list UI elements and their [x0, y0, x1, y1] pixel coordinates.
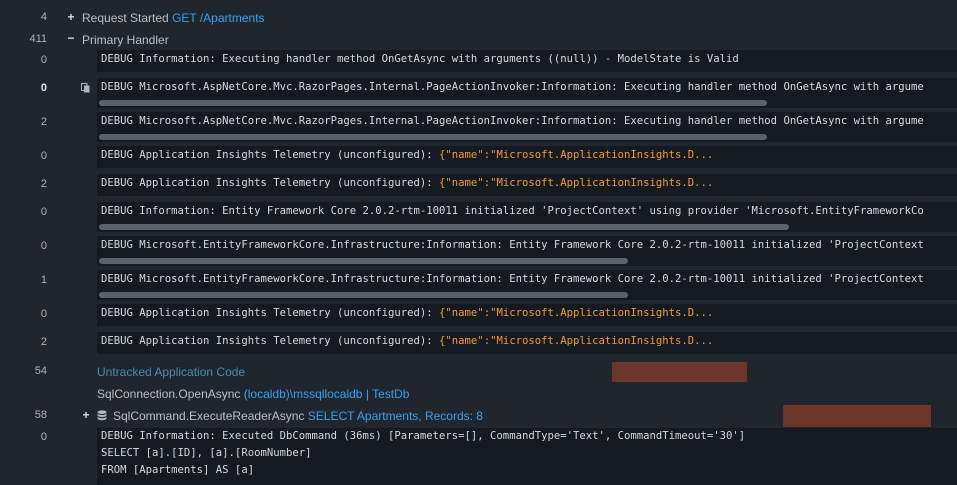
request-started-row[interactable]: 4 + Request Started GET /Apartments [0, 9, 957, 27]
log-entry[interactable]: DEBUG Information: Executing handler met… [97, 50, 957, 72]
log-entry[interactable]: DEBUG Information: Executed DbCommand (3… [97, 428, 957, 485]
log-entry[interactable]: DEBUG Application Insights Telemetry (un… [97, 174, 957, 196]
row-count: 0 [40, 206, 47, 218]
primary-handler-label: Primary Handler [82, 33, 169, 47]
expand-plus-icon[interactable]: + [66, 10, 76, 24]
log-line: DEBUG Microsoft.EntityFrameworkCore.Infr… [101, 273, 924, 285]
database-icon [97, 410, 107, 421]
row-count: 2 [40, 178, 47, 190]
log-json-value[interactable]: {"name":"Microsoft.ApplicationInsights.D… [439, 335, 713, 347]
log-message: DEBUG Microsoft.EntityFrameworkCore.Infr… [101, 273, 924, 285]
log-message: DEBUG Microsoft.AspNetCore.Mvc.RazorPage… [101, 115, 924, 127]
horizontal-scrollbar[interactable] [99, 292, 628, 298]
log-message: DEBUG Information: Executing handler met… [101, 53, 739, 65]
row-count: 0 [40, 82, 47, 94]
row-count: 1 [40, 274, 47, 286]
log-line: DEBUG Information: Executed DbCommand (3… [101, 430, 746, 442]
horizontal-scrollbar[interactable] [99, 100, 767, 106]
sql-separator: | [365, 387, 369, 401]
horizontal-scrollbar[interactable] [99, 134, 767, 140]
sql-server-link[interactable]: (localdb)\mssqllocaldb [244, 387, 363, 401]
redacted-block [612, 362, 747, 382]
horizontal-scrollbar[interactable] [99, 258, 628, 264]
log-message: DEBUG Application Insights Telemetry (un… [101, 307, 440, 319]
row-count: 0 [40, 431, 47, 443]
sql-command-label: SqlCommand.ExecuteReaderAsync [113, 409, 305, 423]
row-count: 0 [40, 308, 47, 320]
log-row: 2 DEBUG Application Insights Telemetry (u… [0, 174, 957, 196]
sql-database-link[interactable]: TestDb [372, 387, 409, 401]
log-row: 1 DEBUG Microsoft.EntityFrameworkCore.Inf… [0, 270, 957, 300]
row-count: 4 [40, 11, 47, 23]
row-count: 0 [40, 240, 47, 252]
log-row: 2 DEBUG Application Insights Telemetry (u… [0, 332, 957, 354]
log-row: 0 DEBUG Application Insights Telemetry (u… [0, 304, 957, 326]
log-line: DEBUG Application Insights Telemetry (un… [101, 335, 713, 347]
log-line: DEBUG Microsoft.AspNetCore.Mvc.RazorPage… [101, 81, 924, 93]
log-json-value[interactable]: {"name":"Microsoft.ApplicationInsights.D… [439, 307, 713, 319]
log-entry[interactable]: DEBUG Microsoft.AspNetCore.Mvc.RazorPage… [97, 78, 957, 108]
sql-connection-row[interactable]: SqlConnection.OpenAsync (localdb)\mssqll… [0, 385, 957, 403]
log-line: DEBUG Application Insights Telemetry (un… [101, 177, 713, 189]
log-line: FROM [Apartments] AS [a] [101, 464, 255, 476]
executed-dbcommand-row: 0 DEBUG Information: Executed DbCommand … [0, 428, 957, 485]
log-row: 0 DEBUG Application Insights Telemetry (u… [0, 146, 957, 168]
log-json-value[interactable]: {"name":"Microsoft.ApplicationInsights.D… [439, 149, 713, 161]
request-started-label: Request Started [82, 11, 169, 25]
log-message: DEBUG Application Insights Telemetry (un… [101, 177, 440, 189]
horizontal-scrollbar[interactable] [99, 224, 789, 230]
row-count: 0 [40, 54, 47, 66]
log-message: DEBUG Microsoft.EntityFrameworkCore.Infr… [101, 239, 924, 251]
row-count: 0 [40, 150, 47, 162]
redacted-block [783, 405, 931, 427]
log-line: DEBUG Information: Entity Framework Core… [101, 205, 924, 217]
row-count: 58 [34, 409, 47, 421]
untracked-row[interactable]: 54 Untracked Application Code [0, 363, 957, 381]
log-line: DEBUG Microsoft.AspNetCore.Mvc.RazorPage… [101, 115, 924, 127]
log-entry[interactable]: DEBUG Microsoft.EntityFrameworkCore.Infr… [97, 236, 957, 266]
log-entry[interactable]: DEBUG Application Insights Telemetry (un… [97, 332, 957, 354]
log-message: DEBUG Microsoft.AspNetCore.Mvc.RazorPage… [101, 81, 924, 93]
row-count: 2 [40, 116, 47, 128]
collapse-minus-icon[interactable]: − [66, 31, 76, 45]
log-line: DEBUG Application Insights Telemetry (un… [101, 307, 713, 319]
log-row: 0 DEBUG Microsoft.AspNetCore.Mvc.RazorPag… [0, 78, 957, 108]
log-entry[interactable]: DEBUG Application Insights Telemetry (un… [97, 146, 957, 168]
copy-icon[interactable] [81, 83, 90, 93]
log-json-value[interactable]: {"name":"Microsoft.ApplicationInsights.D… [439, 177, 713, 189]
row-count: 54 [34, 365, 47, 377]
request-route-link[interactable]: GET /Apartments [172, 11, 264, 25]
sql-connection-label: SqlConnection.OpenAsync [97, 387, 241, 401]
log-row: 0 DEBUG Information: Executing handler me… [0, 50, 957, 72]
log-line: SELECT [a].[ID], [a].[RoomNumber] [101, 447, 312, 459]
row-count: 411 [29, 33, 47, 45]
log-message: DEBUG Application Insights Telemetry (un… [101, 335, 440, 347]
untracked-label[interactable]: Untracked Application Code [97, 365, 245, 379]
expand-plus-icon[interactable]: + [81, 408, 91, 422]
log-line: DEBUG Microsoft.EntityFrameworkCore.Infr… [101, 239, 924, 251]
log-row: 2 DEBUG Microsoft.AspNetCore.Mvc.RazorPag… [0, 112, 957, 142]
log-row: 0 DEBUG Microsoft.EntityFrameworkCore.Inf… [0, 236, 957, 266]
log-entry[interactable]: DEBUG Application Insights Telemetry (un… [97, 304, 957, 326]
sql-query-link[interactable]: SELECT Apartments, Records: 8 [308, 409, 483, 423]
row-count: 2 [40, 336, 47, 348]
log-entry[interactable]: DEBUG Information: Entity Framework Core… [97, 202, 957, 232]
primary-handler-row[interactable]: 411 − Primary Handler [0, 31, 957, 49]
log-row: 0 DEBUG Information: Entity Framework Cor… [0, 202, 957, 232]
log-line: DEBUG Application Insights Telemetry (un… [101, 149, 713, 161]
log-line: DEBUG Information: Executing handler met… [101, 53, 739, 65]
log-message: DEBUG Application Insights Telemetry (un… [101, 149, 440, 161]
log-message: DEBUG Information: Entity Framework Core… [101, 205, 924, 217]
log-entry[interactable]: DEBUG Microsoft.EntityFrameworkCore.Infr… [97, 270, 957, 300]
log-entry[interactable]: DEBUG Microsoft.AspNetCore.Mvc.RazorPage… [97, 112, 957, 142]
